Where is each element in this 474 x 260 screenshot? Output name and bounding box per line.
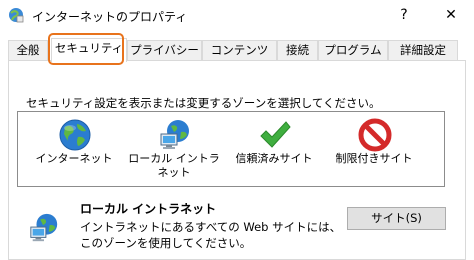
zone-local-intranet[interactable]: ローカル イントラネット bbox=[124, 112, 224, 188]
title-bar: インターネットのプロパティ ? ✕ bbox=[0, 0, 474, 30]
tab-content[interactable]: コンテンツ bbox=[202, 40, 277, 60]
restricted-icon bbox=[358, 118, 392, 152]
zone-internet[interactable]: インターネット bbox=[24, 112, 124, 188]
selected-zone-description: イントラネットにあるすべての Web サイトには、このゾーンを使用してください。 bbox=[80, 220, 342, 250]
selected-zone-title: ローカル イントラネット bbox=[80, 202, 217, 216]
zone-restricted-sites[interactable]: 制限付きサイト bbox=[324, 112, 424, 188]
zone-trusted-sites[interactable]: 信頼済みサイト bbox=[224, 112, 324, 188]
checkmark-icon bbox=[260, 121, 291, 148]
zone-label: インターネット bbox=[35, 152, 113, 165]
close-button[interactable]: ✕ bbox=[436, 4, 466, 26]
tab-privacy[interactable]: プライバシー bbox=[127, 40, 202, 60]
zone-list: インターネット ローカル イントラネット 信頼済みサイト 制限付きサイト bbox=[17, 111, 445, 187]
zone-label: 信頼済みサイト bbox=[235, 152, 313, 165]
zone-label: ローカル イントラネット bbox=[128, 152, 220, 179]
tab-general[interactable]: 全般 bbox=[8, 40, 48, 60]
zone-instruction: セキュリティ設定を表示または変更するゾーンを選択してください。 bbox=[26, 96, 381, 110]
zone-label: 制限付きサイト bbox=[335, 152, 413, 165]
globe-icon bbox=[59, 119, 91, 151]
tab-programs[interactable]: プログラム bbox=[318, 40, 388, 60]
tab-advanced[interactable]: 詳細設定 bbox=[388, 40, 458, 60]
internet-options-icon bbox=[9, 8, 24, 23]
intranet-icon bbox=[160, 120, 189, 149]
help-button[interactable]: ? bbox=[389, 4, 419, 26]
sites-button[interactable]: サイト(S) bbox=[347, 207, 446, 230]
tab-security[interactable]: セキュリティ bbox=[51, 38, 127, 62]
tab-connections[interactable]: 接続 bbox=[277, 40, 318, 60]
intranet-icon bbox=[30, 213, 58, 242]
window-title: インターネットのプロパティ bbox=[32, 10, 188, 24]
tab-bar: 全般 セキュリティ プライバシー コンテンツ 接続 プログラム 詳細設定 bbox=[8, 38, 468, 62]
